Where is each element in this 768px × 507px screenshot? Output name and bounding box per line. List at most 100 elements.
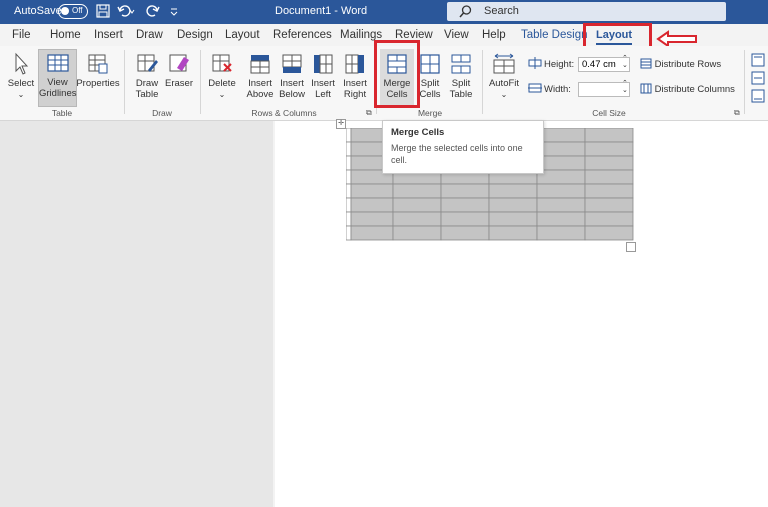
insert-below-label-1: Insert [280,78,304,89]
insert-left-button[interactable]: Insert Left [309,52,337,100]
draw-table-button[interactable]: Draw Table [131,52,163,100]
cursor-icon [15,52,29,75]
table-cell[interactable] [536,183,586,199]
view-gridlines-button[interactable]: View Gridlines [38,49,77,107]
table-cell[interactable] [440,197,490,213]
tab-insert[interactable]: Insert [94,29,123,41]
width-label: Width: [544,84,571,95]
table-cell[interactable] [346,128,352,143]
table-resize-handle[interactable] [626,242,636,252]
table-cell[interactable] [488,225,538,241]
split-label: Split [420,78,440,89]
height-value: 0.47 cm [582,59,616,70]
table-cell[interactable] [440,225,490,241]
table-cell[interactable] [536,169,586,185]
redo-icon[interactable] [146,4,160,18]
table-cell[interactable] [584,128,634,143]
table-cell[interactable] [350,197,394,213]
distribute-rows-button[interactable]: Distribute Rows [640,58,721,70]
table-cell[interactable] [488,183,538,199]
merge-cells-highlight [374,40,420,108]
table-cell[interactable] [584,211,634,227]
table-cell[interactable] [584,183,634,199]
table-cell[interactable] [536,211,586,227]
insert-above-button[interactable]: Insert Above [245,52,275,100]
tab-design[interactable]: Design [177,29,213,41]
table-cell[interactable] [488,197,538,213]
table-cell[interactable] [392,183,442,199]
insert-below-button[interactable]: Insert Below [277,52,307,100]
autofit-button[interactable]: AutoFit ⌄ [486,52,522,100]
alignment-icons[interactable] [751,53,765,113]
table-properties-icon [88,54,108,74]
autofit-label: AutoFit [488,78,520,89]
merge-group-label: Merge [417,108,443,118]
save-icon[interactable] [96,4,110,18]
distribute-columns-label: Distribute Columns [654,84,735,95]
table-cell[interactable] [440,211,490,227]
table-move-handle-icon[interactable]: ✛ [336,119,346,129]
tab-help[interactable]: Help [482,29,506,41]
rows-columns-launcher-icon[interactable]: ⧉ [366,108,374,117]
merge-cells-tooltip: Merge Cells Merge the selected cells int… [382,120,544,174]
table-cell[interactable] [350,211,394,227]
table-cell[interactable] [392,225,442,241]
table-cell[interactable] [346,197,352,213]
distribute-columns-button[interactable]: Distribute Columns [640,83,735,95]
table-cell[interactable] [440,183,490,199]
tab-references[interactable]: References [273,29,332,41]
table-cell[interactable] [536,197,586,213]
table-cell[interactable] [346,211,352,227]
table-cell[interactable] [346,225,352,241]
table-cell[interactable] [536,155,586,171]
search-box[interactable]: Search [447,2,726,21]
group-separator [200,50,201,114]
height-spinner-icon[interactable]: ⌃ ⌄ [622,55,628,69]
table-cell[interactable] [392,211,442,227]
select-label: Select [7,78,35,89]
table-cell[interactable] [584,197,634,213]
properties-button[interactable]: Properties [76,52,120,89]
tab-file[interactable]: File [12,29,31,41]
customize-qat-icon[interactable] [169,4,179,18]
table-cell[interactable] [346,155,352,171]
tab-draw[interactable]: Draw [136,29,163,41]
table-cell[interactable] [350,225,394,241]
group-separator [482,50,483,114]
table-cell[interactable] [584,141,634,157]
insert-above-label-2: Above [246,89,274,100]
table-cell[interactable] [584,225,634,241]
delete-button[interactable]: Delete ⌄ [205,52,239,100]
eraser-button[interactable]: Eraser [164,52,194,89]
split-cells-button[interactable]: Split Cells [416,52,444,100]
tab-table-design[interactable]: Table Design [521,29,587,41]
width-spinner-icon[interactable]: ⌃ ⌄ [622,80,628,94]
table-cell[interactable] [392,197,442,213]
table-cell[interactable] [536,141,586,157]
split-table-button[interactable]: Split Table [446,52,476,100]
view-label: View [47,77,68,88]
search-placeholder: Search [484,5,519,17]
cell-size-launcher-icon[interactable]: ⧉ [734,108,742,117]
tab-layout[interactable]: Layout [225,29,260,41]
table-cell[interactable] [488,211,538,227]
insert-right-button[interactable]: Insert Right [340,52,370,100]
cell-size-group-label: Cell Size [592,108,626,118]
table-cell[interactable] [584,169,634,185]
autosave-toggle[interactable]: Off [58,4,88,19]
tab-home[interactable]: Home [50,29,81,41]
table-cell[interactable] [346,141,352,157]
table-cell[interactable] [346,169,352,185]
table-cell[interactable] [536,128,586,143]
autosave-label: AutoSave [14,5,62,17]
table-cell[interactable] [346,183,352,199]
column-width-icon [528,83,542,93]
tab-view[interactable]: View [444,29,469,41]
select-button[interactable]: Select ⌄ [4,52,38,100]
toggle-knob [61,7,69,15]
table-cell[interactable] [350,183,394,199]
table-cell[interactable] [584,155,634,171]
table-cell[interactable] [536,225,586,241]
undo-icon[interactable] [117,4,135,18]
split-table-icon [451,54,471,74]
